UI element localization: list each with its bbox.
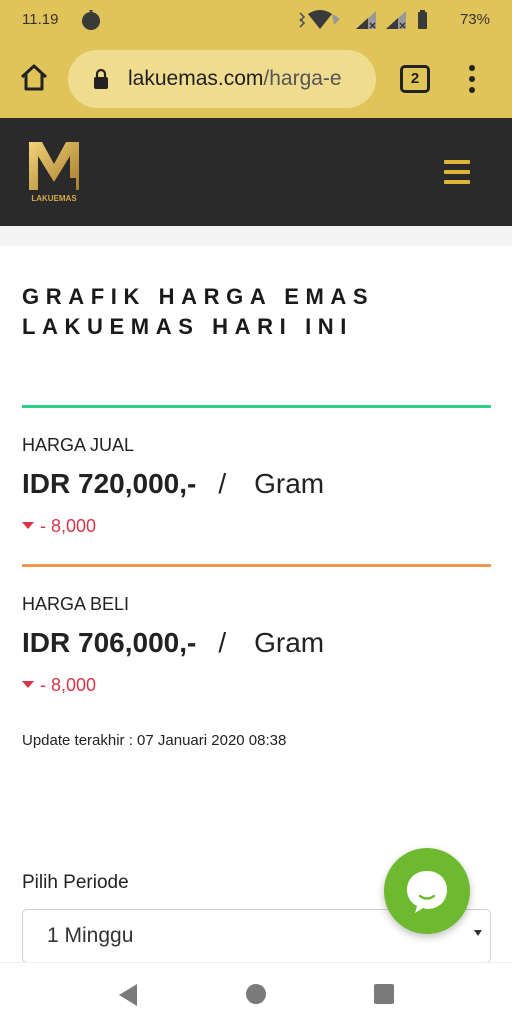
status-time: 11.19 — [22, 11, 59, 28]
lock-icon — [94, 68, 108, 89]
buy-price-amount: IDR 706,000,- — [22, 627, 197, 658]
battery-icon — [418, 10, 427, 29]
battery-percent: 73% — [459, 11, 490, 28]
down-arrow-icon — [22, 522, 34, 529]
url-domain: lakuemas.com — [128, 67, 264, 90]
sell-price-label: HARGA JUAL — [22, 435, 135, 455]
sell-price-unit: Gram — [254, 468, 325, 499]
hamburger-icon[interactable] — [442, 158, 472, 186]
sell-price-row: IDR 720,000,- / Gram — [22, 468, 324, 500]
home-icon[interactable] — [14, 58, 54, 98]
period-label: Pilih Periode — [22, 872, 129, 893]
notification-icon — [82, 10, 100, 30]
buy-price-unit: Gram — [254, 627, 325, 658]
status-bar: 11.19 73% — [0, 0, 512, 40]
sell-price-amount: IDR 720,000,- — [22, 468, 197, 499]
page-title-line1: GRAFIK HARGA EMAS — [22, 284, 375, 309]
sell-price-separator: / — [218, 468, 227, 499]
chat-button[interactable] — [384, 848, 470, 934]
buy-price-label: HARGA BELI — [22, 594, 130, 614]
sell-price-change: - 8,000 — [22, 516, 96, 537]
down-arrow-icon — [22, 681, 34, 688]
buy-price-separator: / — [218, 627, 227, 658]
recents-icon[interactable] — [373, 983, 395, 1005]
signal-icon — [356, 11, 376, 29]
period-selected-value: 1 Minggu — [47, 924, 134, 947]
buy-price-row: IDR 706,000,- / Gram — [22, 627, 324, 659]
chat-bubble-icon — [407, 871, 447, 913]
page-title-line2: LAKUEMAS HARI INI — [22, 314, 353, 339]
signal-icon-2 — [386, 11, 406, 29]
wifi-icon — [308, 10, 340, 29]
buy-price-change-value: - 8,000 — [40, 675, 97, 695]
vibrate-icon — [299, 12, 306, 28]
site-header: LAKUEMAS — [0, 118, 512, 226]
last-update-text: Update terakhir : 07 Januari 2020 08:38 — [22, 732, 287, 749]
header-divider-band — [0, 226, 512, 246]
tab-switcher-button[interactable]: 2 — [400, 65, 430, 93]
url-text: lakuemas.com/harga-e — [128, 67, 342, 91]
sell-price-rule — [22, 405, 491, 408]
logo-text: LAKUEMAS — [31, 194, 77, 203]
browser-toolbar: lakuemas.com/harga-e 2 — [0, 40, 512, 118]
sell-price-change-value: - 8,000 — [40, 516, 97, 536]
url-path: /harga-e — [263, 67, 342, 90]
buy-price-change: - 8,000 — [22, 675, 96, 696]
home-nav-icon[interactable] — [245, 983, 267, 1005]
buy-price-rule — [22, 564, 491, 567]
status-icons — [299, 10, 427, 29]
chevron-down-icon — [474, 930, 482, 936]
page-title: GRAFIK HARGA EMAS LAKUEMAS HARI INI — [22, 282, 492, 342]
overflow-menu-icon[interactable] — [460, 62, 484, 96]
address-bar[interactable]: lakuemas.com/harga-e — [68, 50, 376, 108]
lakuemas-logo[interactable]: LAKUEMAS — [26, 138, 82, 204]
back-icon[interactable] — [116, 982, 140, 1008]
system-nav-bar — [0, 962, 512, 1024]
